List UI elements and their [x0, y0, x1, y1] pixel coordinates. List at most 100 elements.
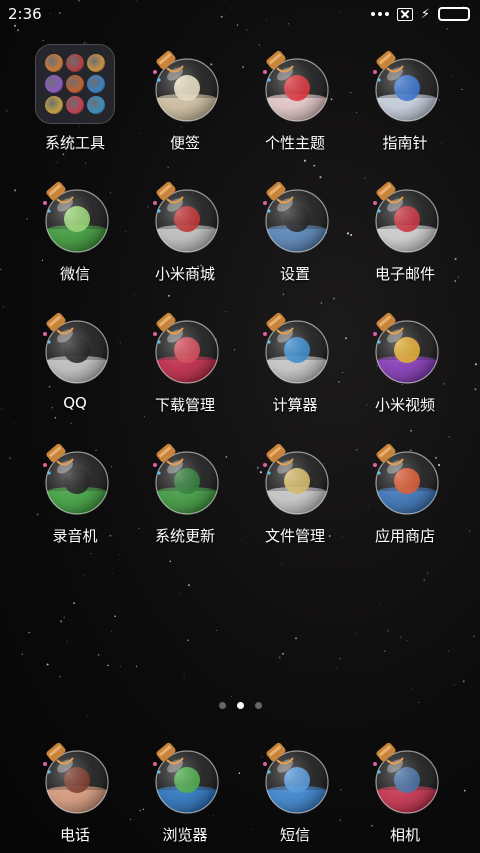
star — [60, 620, 63, 623]
star — [305, 634, 306, 636]
dock-app-icon[interactable]: 相机 — [350, 736, 460, 853]
star — [410, 429, 413, 432]
calculator-symbols-icon — [263, 312, 329, 384]
star — [178, 593, 180, 595]
phone-dial-icon — [43, 742, 109, 814]
star — [447, 650, 449, 652]
dock-app-label: 浏览器 — [162, 826, 208, 844]
star — [183, 676, 185, 678]
app-icon[interactable]: 下载管理 — [130, 306, 240, 426]
star — [13, 423, 15, 425]
app-icon[interactable]: QQ — [20, 306, 130, 426]
app-icon[interactable]: 小米商城 — [130, 175, 240, 295]
star — [187, 639, 189, 642]
cracked-glass-settings-icon — [263, 181, 329, 253]
star — [0, 268, 2, 270]
app-icon[interactable]: 计算器 — [240, 306, 350, 426]
star — [116, 686, 118, 688]
app-icon[interactable]: 设置 — [240, 175, 350, 295]
star — [313, 164, 316, 167]
folder-icon — [35, 44, 115, 124]
page-dot[interactable] — [236, 702, 244, 709]
star — [423, 615, 424, 616]
star — [406, 639, 408, 642]
star — [58, 675, 62, 678]
star — [188, 584, 190, 586]
star — [333, 297, 336, 300]
app-icon[interactable]: 应用商店 — [350, 437, 460, 557]
star — [17, 29, 20, 32]
star — [6, 110, 8, 112]
charging-bolt-icon: ⚡ — [420, 6, 430, 22]
star — [28, 631, 30, 634]
app-icon-image — [145, 437, 225, 517]
dock-app-icon-image — [145, 736, 225, 816]
app-icon-image — [145, 44, 225, 124]
app-label: 下载管理 — [154, 396, 215, 414]
app-label: 小米商城 — [154, 265, 215, 283]
page-indicator[interactable] — [0, 702, 480, 709]
eye-camera-icon — [373, 742, 439, 814]
no-sim-icon — [396, 7, 413, 21]
star — [356, 633, 357, 634]
page-dot[interactable] — [218, 702, 226, 709]
star — [461, 88, 463, 91]
app-icon[interactable]: 电子邮件 — [350, 175, 460, 295]
star — [87, 715, 89, 717]
app-icon-image — [35, 437, 115, 517]
dock-app-label: 相机 — [389, 826, 420, 844]
app-icon-image — [255, 44, 335, 124]
app-icon[interactable]: 文件管理 — [240, 437, 350, 557]
star — [475, 561, 476, 563]
star — [73, 602, 75, 604]
chat-bubble-icon — [263, 742, 329, 814]
star — [423, 578, 426, 581]
star — [46, 663, 49, 666]
mini-app-icon — [45, 54, 63, 72]
app-label: 电子邮件 — [374, 265, 435, 283]
battery-icon — [438, 7, 470, 21]
app-icon[interactable]: 个性主题 — [240, 44, 350, 164]
star — [434, 682, 436, 684]
star — [167, 294, 170, 297]
dock-app-icon-image — [365, 736, 445, 816]
star — [426, 572, 429, 574]
app-icon[interactable]: 录音机 — [20, 437, 130, 557]
star — [0, 408, 3, 410]
star — [120, 666, 122, 667]
star — [472, 635, 476, 638]
star — [383, 650, 386, 653]
page-dot[interactable] — [254, 702, 262, 709]
app-icon[interactable]: 指南针 — [350, 44, 460, 164]
star — [290, 562, 292, 564]
app-icon[interactable]: 小米视频 — [350, 306, 460, 426]
star — [474, 388, 477, 391]
dock-app-icon-image — [35, 736, 115, 816]
star — [168, 298, 170, 299]
app-icon[interactable]: 系统更新 — [130, 437, 240, 557]
app-icon[interactable]: 便签 — [130, 44, 240, 164]
wechat-icon — [43, 181, 109, 253]
app-icon[interactable]: 系统工具 — [20, 44, 130, 164]
star — [167, 166, 169, 168]
more-notifications-icon — [370, 12, 389, 16]
dock-app-icon[interactable]: 浏览器 — [130, 736, 240, 853]
app-label: 应用商店 — [374, 527, 435, 545]
star — [320, 302, 322, 304]
dock-app-icon[interactable]: 短信 — [240, 736, 350, 853]
app-icon[interactable]: 微信 — [20, 175, 130, 295]
app-label: 录音机 — [52, 527, 98, 545]
mini-app-icon — [87, 54, 105, 72]
mini-app-icon — [87, 75, 105, 93]
app-icon-image — [145, 175, 225, 255]
app-label: 指南针 — [382, 134, 428, 152]
star — [378, 603, 380, 605]
star — [462, 680, 465, 683]
star — [339, 657, 341, 660]
mini-app-icon — [45, 75, 63, 93]
star — [453, 684, 455, 686]
app-label: 系统更新 — [154, 527, 215, 545]
mustache-recorder-icon — [43, 443, 109, 515]
circus-tent-icon — [153, 181, 219, 253]
dock-app-icon[interactable]: 电话 — [20, 736, 130, 853]
